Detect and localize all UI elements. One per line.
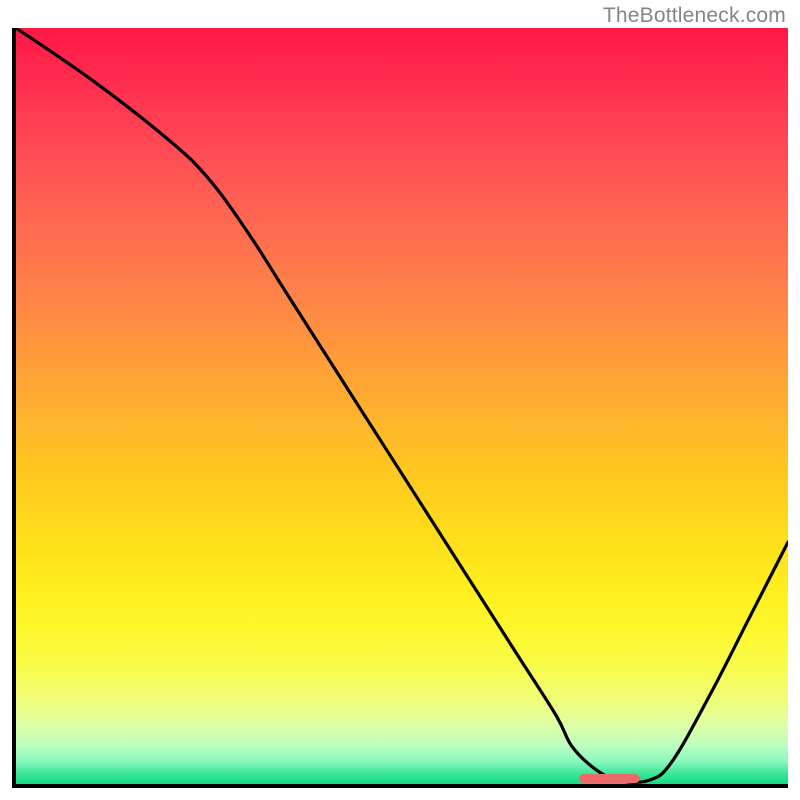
watermark-text: TheBottleneck.com	[603, 4, 786, 28]
curve-path	[16, 28, 788, 782]
optimum-marker	[579, 774, 640, 783]
chart-frame	[12, 28, 788, 788]
bottleneck-curve	[16, 28, 788, 784]
